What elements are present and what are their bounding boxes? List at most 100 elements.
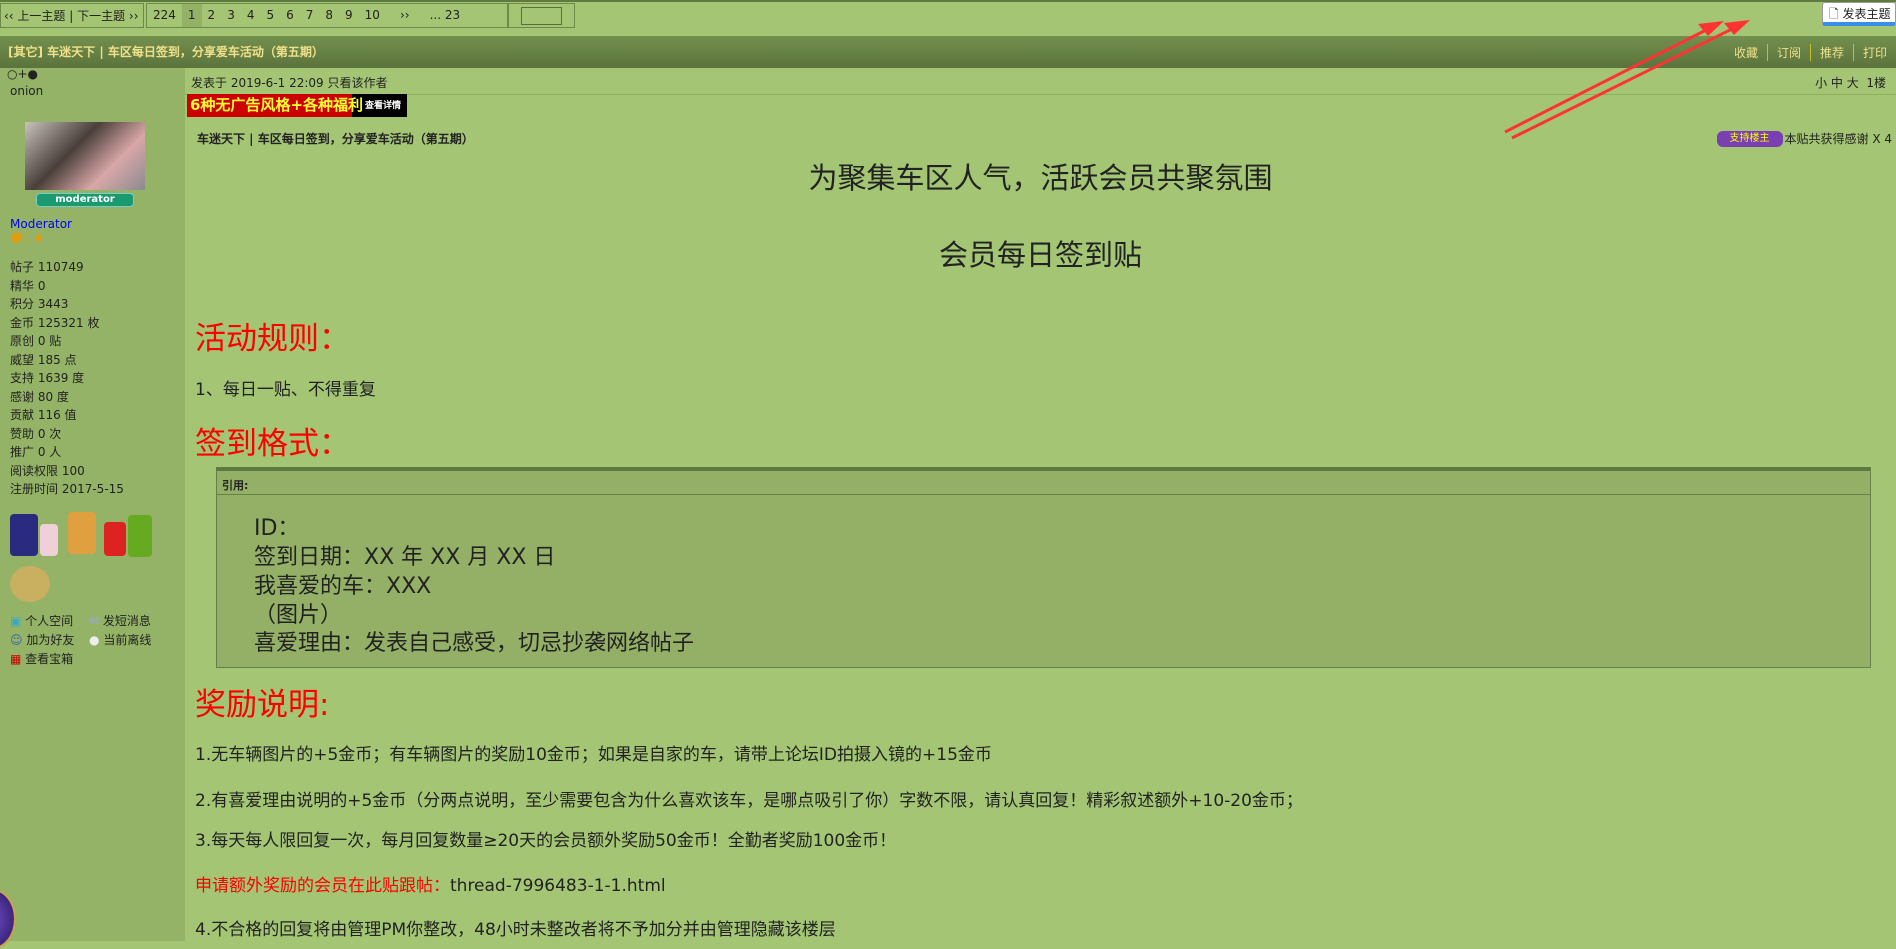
prev-next-topic[interactable]: ‹‹ 上一主题 | 下一主题 ›› xyxy=(0,3,144,28)
page-jump-input[interactable] xyxy=(521,6,562,25)
user-stat: 精华 0 xyxy=(10,278,46,293)
top-border xyxy=(0,0,1896,2)
user-stat: 威望 185 点 xyxy=(10,352,77,367)
message-label: 发短消息 xyxy=(102,614,151,628)
medal-icon xyxy=(10,566,50,602)
reward-title: 奖励说明: xyxy=(195,687,330,723)
arrow-head xyxy=(1724,20,1750,35)
medal-icon xyxy=(10,514,38,556)
home-icon: ▣ xyxy=(10,614,22,628)
reward-4: 4.不合格的回复将由管理PM你整改，48小时未整改者将不予加分并由管理隐藏该楼层 xyxy=(195,920,836,940)
quote-line: 我喜爱的车：XXX xyxy=(254,574,432,599)
space-link[interactable]: ▣ 个人空间 xyxy=(10,612,73,629)
page-6[interactable]: 6 xyxy=(280,4,300,27)
offline-status: ● 当前离线 xyxy=(89,631,151,648)
moderator-badge: moderator xyxy=(36,193,134,207)
arrow-head xyxy=(1698,21,1724,36)
user-icon: ● xyxy=(89,633,100,647)
user-stat: 贡献 116 值 xyxy=(10,408,77,422)
medal-icon xyxy=(128,515,152,557)
avatar[interactable] xyxy=(25,122,145,190)
page-9[interactable]: 9 xyxy=(339,4,359,27)
quote-label: 引用: xyxy=(217,471,1870,495)
page-total: 224 xyxy=(153,8,176,22)
page-8[interactable]: 8 xyxy=(319,4,339,27)
add-friend-link[interactable]: ☺ 加为好友 xyxy=(10,631,74,648)
page-4[interactable]: 4 xyxy=(241,4,261,27)
quote-line: 喜爱理由：发表自己感受，切忌抄袭网络帖子 xyxy=(254,631,695,656)
reward-2: 2.有喜爱理由说明的+5金币（分两点说明，至少需要包含为什么喜欢该车，是哪点吸引… xyxy=(195,791,1303,811)
reward-1: 1.无车辆图片的+5金币；有车辆图片的奖励10金币；如果是自家的车，请带上论坛I… xyxy=(195,745,992,765)
post-meta-right: 小 中 大 1楼 xyxy=(1815,74,1886,91)
user-stat: 积分 3443 xyxy=(10,297,69,311)
message-icon: ✉ xyxy=(89,614,100,628)
medal-icon xyxy=(104,522,126,556)
apply-label: 申请额外奖励的会员在此贴跟帖： xyxy=(195,876,450,896)
user-stat: 注册时间 2017-5-15 xyxy=(10,482,124,496)
username[interactable]: onion xyxy=(10,84,43,98)
page-7[interactable]: 7 xyxy=(300,4,320,27)
page-jump xyxy=(508,3,575,28)
user-stat: 支持 1639 度 xyxy=(10,371,85,385)
medal-icon xyxy=(68,512,96,554)
user-stat: 感谢 80 度 xyxy=(10,389,69,404)
rule-1: 1、每日一贴、不得重复 xyxy=(195,380,376,400)
user-stat: 帖子 110749 xyxy=(10,260,84,274)
quote-line: ID： xyxy=(254,516,300,541)
print-link[interactable]: 打印 xyxy=(1852,43,1896,61)
thanks-area: 支持楼主 本贴共获得感谢 X 4 xyxy=(1716,130,1892,147)
ad-text: 6种无广告风格+各种福利 xyxy=(190,96,364,114)
heading-sub: 会员每日签到贴 xyxy=(938,238,1142,272)
user-stat: 原创 0 贴 xyxy=(10,334,62,348)
status-icons: ○+● xyxy=(7,67,38,81)
page-5[interactable]: 5 xyxy=(260,4,280,27)
recommend-link[interactable]: 推荐 xyxy=(1809,43,1853,61)
medal-icon xyxy=(40,524,58,556)
heading-main: 为聚集车区人气，活跃会员共聚氛围 xyxy=(808,161,1273,195)
treasure-label: 查看宝箱 xyxy=(25,652,74,666)
quote-block: 引用: ID： 签到日期：XX 年 XX 月 XX 日 我喜爱的车：XXX （图… xyxy=(216,467,1871,668)
last-page[interactable]: ... 23 xyxy=(424,4,467,27)
page-2[interactable]: 2 xyxy=(202,4,222,27)
rules-title: 活动规则： xyxy=(195,321,350,357)
page-3[interactable]: 3 xyxy=(221,4,241,27)
treasure-link[interactable]: ▦ 查看宝箱 xyxy=(10,650,73,667)
user-stat: 阅读权限 100 xyxy=(10,463,85,478)
format-title: 签到格式： xyxy=(195,426,350,462)
user-stat: 推广 0 人 xyxy=(10,445,62,459)
rank-icons: ☻☾★ xyxy=(10,231,45,245)
message-link[interactable]: ✉ 发短消息 xyxy=(89,612,151,629)
pagination: 224 1 2 3 4 5 6 7 8 9 10 ›› ... 23 xyxy=(146,3,508,28)
add-user-icon: ☺ xyxy=(10,633,23,647)
post-body: 发表于 2019-6-1 22:09 只看该作者 小 中 大 1楼 6种无广告风… xyxy=(185,68,1896,941)
favorite-link[interactable]: 收藏 xyxy=(1725,44,1767,61)
reward-3: 3.每天每人限回复一次，每月回复数量≥20天的会员额外奖励50金币！全勤者奖励1… xyxy=(195,831,897,851)
subscribe-link[interactable]: 订阅 xyxy=(1766,43,1810,61)
ad-more: 查看详情 xyxy=(364,101,401,111)
next-page[interactable]: ›› xyxy=(386,4,424,27)
add-friend-label: 加为好友 xyxy=(26,633,75,647)
divider xyxy=(185,94,1896,95)
new-post-label: 发表主题 xyxy=(1842,7,1891,21)
treasure-icon: ▦ xyxy=(10,652,22,666)
quote-line: 签到日期：XX 年 XX 月 XX 日 xyxy=(254,545,556,570)
page-10[interactable]: 10 xyxy=(359,4,386,27)
page-1[interactable]: 1 xyxy=(181,4,202,27)
space-label: 个人空间 xyxy=(25,614,74,628)
font-size-links[interactable]: 小 中 大 xyxy=(1815,76,1859,90)
user-stat: 赞助 0 次 xyxy=(10,426,62,441)
offline-label: 当前离线 xyxy=(103,633,152,647)
apply-thread-link[interactable]: thread-7996483-1-1.html xyxy=(450,876,666,896)
new-post-button[interactable]: 🗋 发表主题 xyxy=(1822,2,1896,26)
user-stat: 金币 125321 枚 xyxy=(10,315,100,330)
apply-line: 申请额外奖励的会员在此贴跟帖：thread-7996483-1-1.html xyxy=(195,871,666,896)
thread-title: [其它] 车迷天下 | 车区每日签到，分享爱车活动（第五期） xyxy=(0,36,1896,68)
ad-banner[interactable]: 6种无广告风格+各种福利 查看详情 xyxy=(187,94,407,117)
post-meta: 发表于 2019-6-1 22:09 只看该作者 xyxy=(191,76,388,90)
prev-next-link[interactable]: ‹‹ 上一主题 | 下一主题 ›› xyxy=(4,7,139,24)
thread-tools: 收藏 订阅 推荐 打印 xyxy=(1725,36,1896,68)
support-button[interactable]: 支持楼主 xyxy=(1716,130,1783,147)
post-subject: 车迷天下 | 车区每日签到，分享爱车活动（第五期） xyxy=(197,132,474,146)
document-icon: 🗋 xyxy=(1829,7,1843,21)
user-group: Moderator xyxy=(10,217,72,231)
